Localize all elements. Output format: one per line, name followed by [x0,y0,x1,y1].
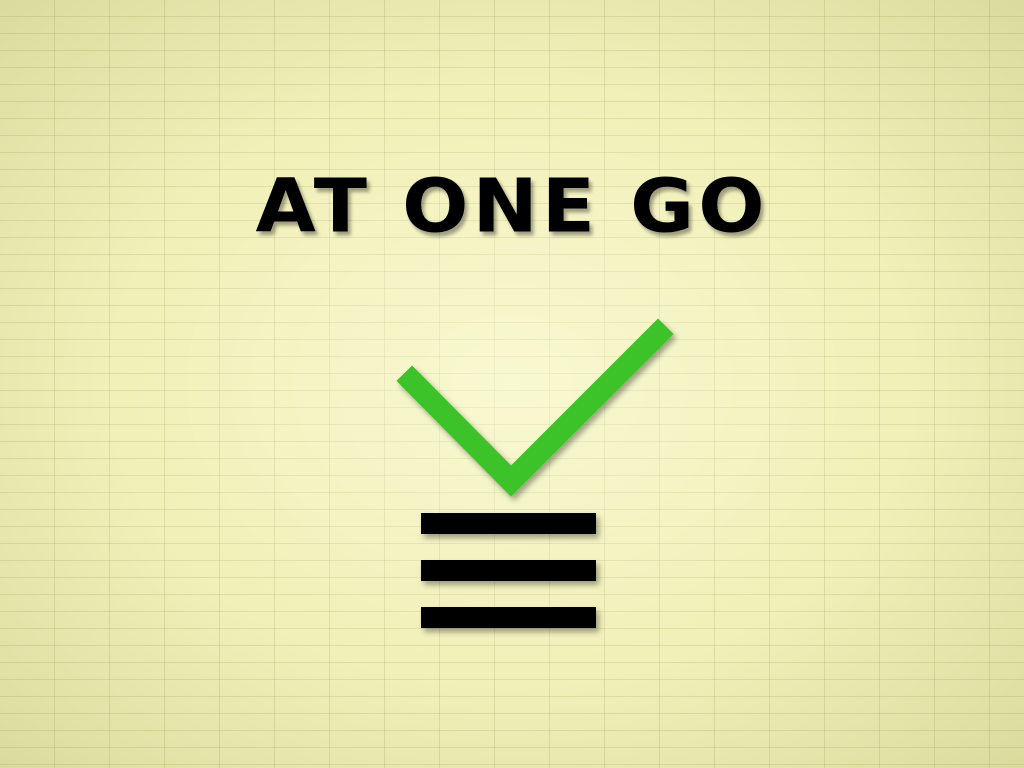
check-list-graphic [396,318,674,628]
list-line-3 [421,607,596,628]
list-line-2 [421,560,596,581]
list-line-1 [421,513,596,534]
check-mark-icon [396,318,674,497]
list-lines-icon [421,513,596,628]
